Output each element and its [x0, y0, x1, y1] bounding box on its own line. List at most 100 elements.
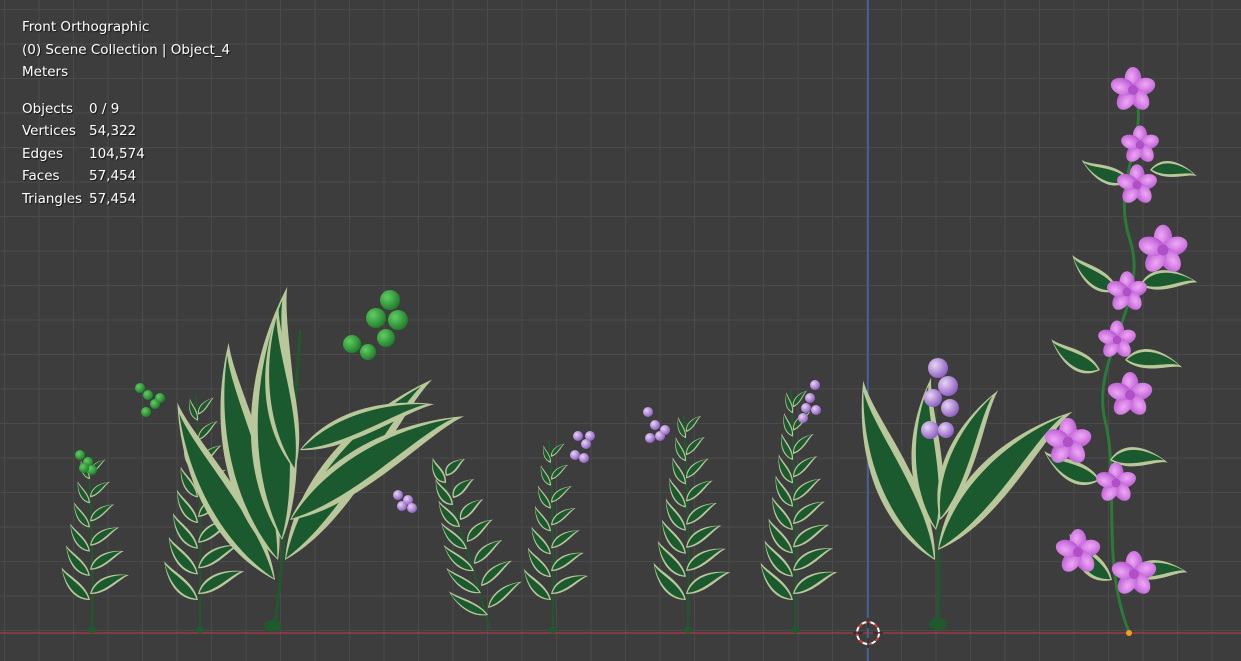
- stat-row-edges: Edges 104,574: [22, 143, 230, 166]
- stat-row-objects: Objects 0 / 9: [22, 98, 230, 121]
- berry: [360, 344, 376, 360]
- stat-value: 0 / 9: [89, 100, 120, 117]
- flower-center: [1062, 436, 1074, 448]
- berry: [924, 389, 942, 407]
- plant-base: [929, 618, 947, 630]
- stat-label: Edges: [22, 145, 64, 162]
- berry: [798, 413, 808, 423]
- berry: [938, 376, 958, 396]
- stat-row-faces: Faces 57,454: [22, 165, 230, 188]
- leaf: [685, 415, 702, 433]
- flower: [1138, 224, 1188, 272]
- leaf-body: [794, 434, 813, 453]
- berry: [407, 503, 417, 513]
- leaf: [168, 536, 198, 575]
- leaf: [662, 519, 686, 554]
- flower: [1110, 67, 1156, 110]
- berry: [650, 420, 660, 430]
- plant-base: [683, 627, 693, 633]
- plant-base: [548, 627, 558, 633]
- berry: [377, 329, 395, 347]
- berry: [573, 431, 583, 441]
- stat-label: Faces: [22, 168, 60, 184]
- leaf-body: [91, 575, 127, 593]
- 3d-viewport[interactable]: Front Orthographic (0) Scene Collection …: [0, 0, 1241, 661]
- leaf: [760, 562, 793, 601]
- collection-info: (0) Scene Collection | Object_4: [22, 41, 231, 58]
- leaf-body: [441, 524, 466, 548]
- berry: [143, 390, 153, 400]
- stat-row-triangles: Triangles 57,454: [22, 188, 230, 211]
- berry: [397, 501, 407, 511]
- berry: [941, 399, 959, 417]
- berry: [938, 422, 954, 438]
- leaf: [452, 479, 475, 498]
- leaf-body: [552, 553, 582, 570]
- view-name: Front Orthographic: [22, 19, 150, 35]
- berry: [660, 425, 670, 435]
- leaf-body: [687, 437, 704, 454]
- berry: [810, 380, 820, 390]
- berry: [928, 358, 948, 378]
- leaf: [550, 443, 565, 457]
- leaf: [1125, 349, 1183, 369]
- flower-center: [1073, 547, 1083, 557]
- stat-label: Objects: [22, 100, 74, 117]
- berry: [921, 421, 939, 439]
- leaf-body: [552, 443, 564, 456]
- flower-center: [1157, 244, 1169, 256]
- leaf: [524, 568, 551, 601]
- flower-center: [1135, 140, 1145, 150]
- leaf: [446, 567, 481, 594]
- flower-center: [1128, 85, 1138, 95]
- leaf-body: [198, 398, 213, 413]
- berry: [805, 393, 815, 403]
- stem: [548, 439, 555, 631]
- berry: [135, 383, 145, 393]
- plant-base: [87, 627, 97, 633]
- berry: [801, 403, 811, 413]
- leaf-body: [91, 551, 122, 569]
- stat-row-vertices: Vertices 54,322: [22, 120, 230, 143]
- leaf: [1051, 339, 1100, 374]
- berry: [643, 407, 653, 417]
- stat-label: Vertices: [22, 123, 76, 139]
- leaf: [197, 397, 214, 415]
- units-label: Meters: [22, 64, 69, 80]
- berry: [79, 463, 89, 473]
- stat-label: Triangles: [22, 190, 83, 207]
- leaf-body: [686, 416, 701, 431]
- berry: [393, 490, 403, 500]
- leaf: [61, 567, 90, 601]
- viewport-info-overlay: Front Orthographic (0) Scene Collection …: [22, 16, 230, 210]
- berry: [645, 433, 655, 443]
- flower: [1107, 372, 1153, 415]
- flower: [1096, 462, 1136, 501]
- leaf: [441, 522, 467, 550]
- leaf: [764, 540, 793, 577]
- plant-base: [264, 620, 282, 632]
- berry: [585, 431, 595, 441]
- flower-center: [1132, 180, 1142, 190]
- berry: [155, 393, 165, 403]
- flower-center: [1122, 287, 1132, 297]
- leaf: [459, 499, 484, 520]
- leaf: [445, 459, 466, 476]
- leaf: [466, 519, 493, 542]
- berry: [141, 407, 151, 417]
- leaf: [653, 562, 686, 601]
- leaf-body: [199, 421, 217, 439]
- berry: [579, 453, 589, 463]
- object-origin-dot: [1126, 630, 1132, 636]
- leaf: [443, 544, 474, 572]
- leaf: [768, 518, 793, 554]
- flower: [1121, 125, 1159, 162]
- berry: [811, 405, 821, 415]
- flower-center: [1125, 390, 1135, 400]
- berry: [380, 290, 400, 310]
- leaf: [173, 513, 198, 549]
- leaf-body: [552, 576, 586, 593]
- berry: [388, 310, 408, 330]
- flower-center: [1129, 569, 1139, 579]
- stat-value: 104,574: [89, 145, 145, 162]
